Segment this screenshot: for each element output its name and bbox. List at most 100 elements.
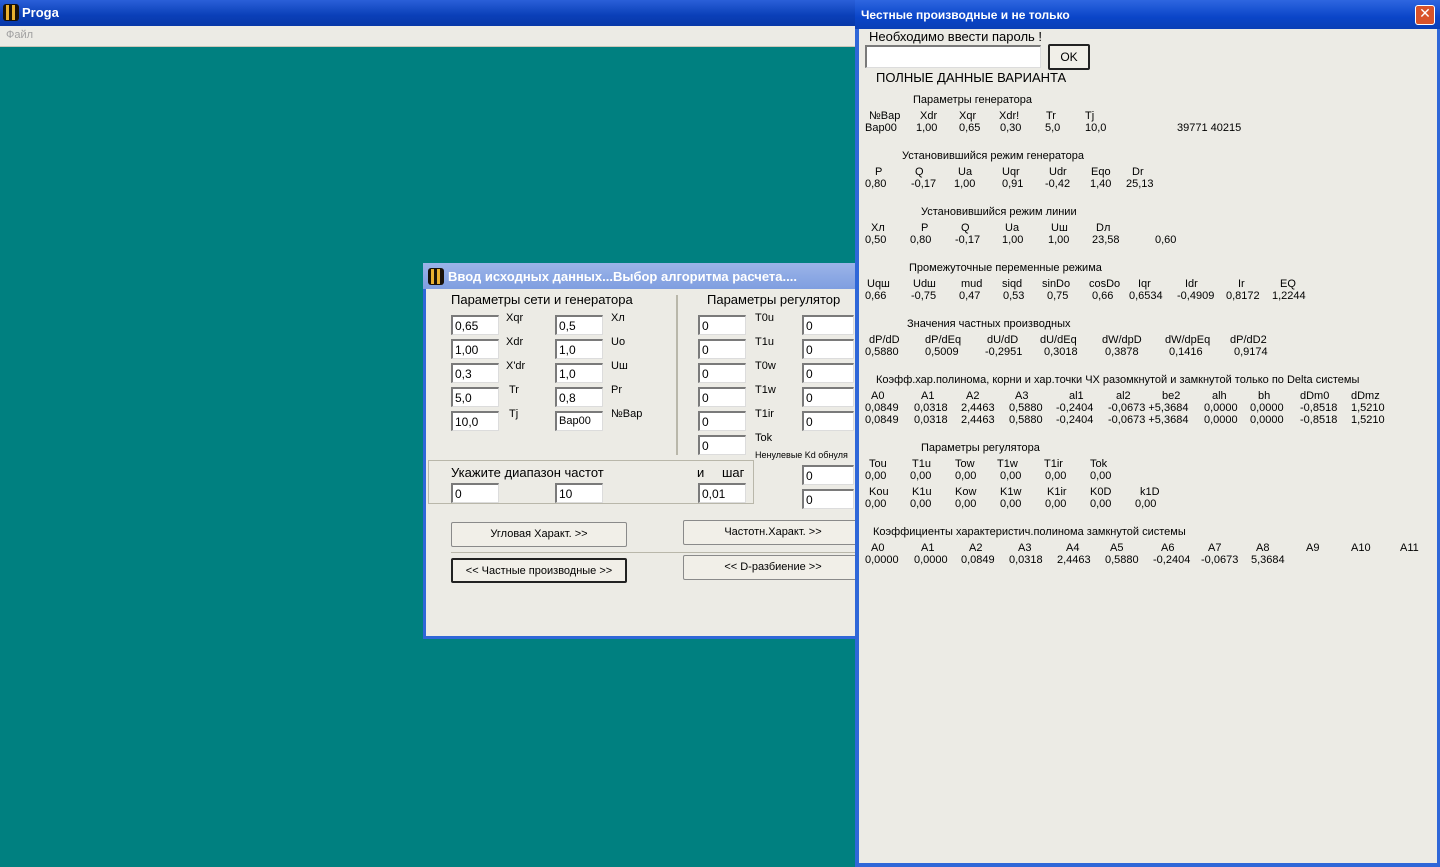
password-input[interactable] (865, 45, 1041, 68)
table-cell: dP/dD (869, 334, 900, 346)
angle-char-button[interactable]: Угловая Характ. >> (451, 522, 627, 547)
table-cell: 0,60 (1155, 234, 1177, 246)
table-cell: dDm0 (1300, 390, 1330, 402)
table-cell: al1 (1069, 390, 1084, 402)
close-icon[interactable]: ✕ (1415, 5, 1435, 25)
freq-group-left-border (428, 460, 429, 504)
table-cell: A1 (921, 542, 935, 554)
table-cell: 25,13 (1126, 178, 1154, 190)
table-cell: 39771 40215 (1177, 122, 1242, 134)
table-cell: A0 (871, 390, 885, 402)
table-cell: 0,66 (1092, 290, 1114, 302)
t1ir-field[interactable]: 0 (698, 411, 746, 431)
extra-field-1[interactable]: 0 (802, 465, 854, 485)
table-cell: 0,0000 (1204, 402, 1238, 414)
t0u-field[interactable]: 0 (698, 315, 746, 335)
tr-field[interactable]: 5,0 (451, 387, 499, 407)
table-cell: 2,4463 (961, 402, 995, 414)
table-cell: -0,2404 (1056, 402, 1094, 414)
table-cell: k1D (1140, 486, 1160, 498)
table-cell: EQ (1280, 278, 1296, 290)
table-cell: Ua (958, 166, 973, 178)
table-cell: 0,0000 (1250, 402, 1284, 414)
table-cell: siqd (1002, 278, 1023, 290)
table-cell: 0,0318 (914, 402, 948, 414)
ush-field[interactable]: 1,0 (555, 363, 603, 383)
freq-group-right-border (753, 460, 754, 504)
table-cell: -0,2404 (1153, 554, 1191, 566)
table-cell: 1,5210 (1351, 402, 1385, 414)
freq-and-label: и (697, 465, 705, 480)
results-window: Честные производные и не только ✕ Необхо… (855, 0, 1440, 867)
table-cell: Q (961, 222, 970, 234)
partial-derivatives-button[interactable]: << Частные производные >> (451, 558, 627, 583)
table-cell: Idr (1185, 278, 1198, 290)
table-cell: Uqr (1002, 166, 1020, 178)
freq-step-field[interactable]: 0,01 (698, 483, 746, 503)
table-cell: 0,0849 (865, 402, 899, 414)
gen-params-title: Параметры генератора (913, 94, 1033, 106)
table-cell: -0,8518 (1300, 414, 1338, 426)
t0w-label: T0w (755, 360, 776, 372)
table-cell: 0,3878 (1105, 346, 1139, 358)
menu-file[interactable]: Файл (6, 29, 33, 41)
table-cell: Dл (1096, 222, 1111, 234)
vertical-divider (676, 295, 678, 455)
table-cell: 0,80 (865, 178, 887, 190)
table-cell: 0,0318 (1009, 554, 1043, 566)
table-cell: 0,75 (1047, 290, 1069, 302)
regulator-params-title: Параметры регулятора (921, 442, 1040, 454)
k1u-field[interactable]: 0 (802, 339, 854, 359)
table-cell: Ir (1238, 278, 1245, 290)
xl-label: Xл (611, 312, 625, 324)
char-poly-title: Коэфф.хар.полинома, корни и хар.точки ЧХ… (876, 374, 1360, 386)
k0w-field[interactable]: 0 (802, 363, 854, 383)
tr-label: Tr (509, 384, 519, 396)
table-cell: T1ir (1044, 458, 1063, 470)
table-cell: 0,00 (955, 498, 977, 510)
table-cell: Udш (913, 278, 936, 290)
freq-char-button[interactable]: Частотн.Характ. >> (683, 520, 856, 545)
xdr-prime-field[interactable]: 0,3 (451, 363, 499, 383)
k0u-field[interactable]: 0 (802, 315, 854, 335)
freq-from-field[interactable]: 0 (451, 483, 499, 503)
table-cell: A10 (1351, 542, 1371, 554)
table-cell: Tok (1090, 458, 1108, 470)
extra-field-2[interactable]: 0 (802, 489, 854, 509)
d-partition-button[interactable]: << D-разбиение >> (683, 555, 856, 580)
variant-field[interactable]: Вар00 (555, 411, 603, 431)
xl-field[interactable]: 0,5 (555, 315, 603, 335)
table-cell: -0,2404 (1056, 414, 1094, 426)
dialog-title-bar[interactable]: Ввод исходных данных...Выбор алгоритма р… (423, 263, 856, 289)
k1w-field[interactable]: 0 (802, 387, 854, 407)
table-cell: A5 (1110, 542, 1124, 554)
tj-field[interactable]: 10,0 (451, 411, 499, 431)
group-regulator-label: Параметры регулятор (707, 292, 841, 307)
table-cell: 0,00 (865, 498, 887, 510)
xdr-field[interactable]: 1,00 (451, 339, 499, 359)
table-cell: K0D (1090, 486, 1112, 498)
k1ir-field[interactable]: 0 (802, 411, 854, 431)
ush-label: Uш (611, 360, 628, 372)
table-cell: 1,2244 (1272, 290, 1306, 302)
table-cell: 1,5210 (1351, 414, 1385, 426)
xqr-field[interactable]: 0,65 (451, 315, 499, 335)
pr-field[interactable]: 0,8 (555, 387, 603, 407)
freq-to-field[interactable]: 10 (555, 483, 603, 503)
t1u-field[interactable]: 0 (698, 339, 746, 359)
nonzero-kd-note: Ненулевые Kd обнуля (755, 450, 848, 460)
table-cell: Uш (1051, 222, 1068, 234)
gen-steady-title: Установившийся режим генератора (902, 150, 1085, 162)
table-cell: A2 (966, 390, 980, 402)
uo-field[interactable]: 1,0 (555, 339, 603, 359)
freq-group-top-border (428, 460, 754, 461)
table-cell: 0,9174 (1234, 346, 1268, 358)
table-cell: -0,4909 (1177, 290, 1215, 302)
table-cell: A7 (1208, 542, 1222, 554)
tok-field[interactable]: 0 (698, 435, 746, 455)
password-prompt: Необходимо ввести пароль ! (869, 29, 1043, 44)
results-title-bar[interactable]: Честные производные и не только ✕ (855, 0, 1440, 29)
t1w-field[interactable]: 0 (698, 387, 746, 407)
t0w-field[interactable]: 0 (698, 363, 746, 383)
ok-button[interactable]: OK (1048, 44, 1090, 70)
